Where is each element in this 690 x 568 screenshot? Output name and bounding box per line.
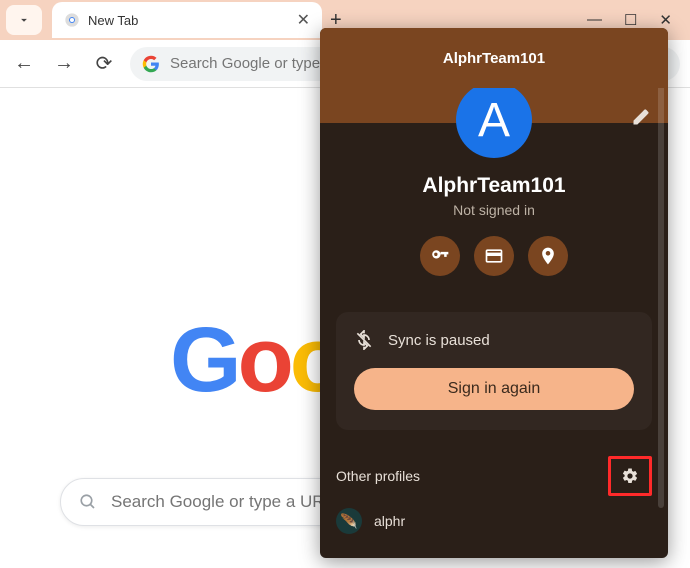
chevron-down-icon	[17, 13, 31, 27]
edit-profile-button[interactable]	[632, 108, 650, 126]
payment-methods-button[interactable]	[474, 236, 514, 276]
other-profiles-section: Other profiles 🪶 alphr	[320, 456, 668, 534]
pencil-icon	[632, 108, 650, 126]
profile-body: AlphrTeam101 Not signed in	[320, 158, 668, 294]
sign-in-again-button[interactable]: Sign in again	[354, 368, 634, 410]
gear-icon	[621, 467, 639, 485]
close-window-button[interactable]: ✕	[659, 11, 672, 29]
manage-profiles-button[interactable]	[621, 467, 639, 485]
search-icon	[79, 493, 97, 511]
scrollbar[interactable]	[658, 38, 664, 508]
key-icon	[430, 246, 450, 266]
sync-off-icon	[354, 330, 374, 350]
forward-button[interactable]: →	[50, 52, 78, 75]
minimize-button[interactable]: —	[587, 11, 602, 29]
window-controls: — ☐ ✕	[587, 11, 690, 29]
other-profiles-title: Other profiles	[336, 468, 420, 484]
profile-avatar: A	[456, 82, 532, 158]
tab-title: New Tab	[88, 13, 289, 28]
profile-panel: AlphrTeam101 A AlphrTeam101 Not signed i…	[320, 28, 668, 558]
sync-card: Sync is paused Sign in again	[336, 312, 652, 430]
profile-header-name: AlphrTeam101	[443, 50, 545, 67]
other-profile-name: alphr	[374, 513, 405, 529]
tab-close-icon[interactable]: ✕	[297, 10, 310, 30]
profile-quick-actions	[320, 236, 668, 276]
browser-tab[interactable]: New Tab ✕	[52, 2, 322, 38]
maximize-button[interactable]: ☐	[624, 11, 637, 29]
profile-display-name: AlphrTeam101	[320, 174, 668, 198]
reload-button[interactable]: ⟳	[90, 51, 118, 76]
addresses-button[interactable]	[528, 236, 568, 276]
sync-status-text: Sync is paused	[388, 332, 490, 349]
signed-in-status: Not signed in	[320, 202, 668, 218]
manage-profiles-highlight	[608, 456, 652, 496]
back-button[interactable]: ←	[10, 52, 38, 75]
chrome-favicon	[64, 12, 80, 28]
avatar-container: A	[320, 88, 668, 158]
credit-card-icon	[484, 246, 504, 266]
tab-search-dropdown[interactable]	[6, 5, 42, 35]
other-profile-item[interactable]: 🪶 alphr	[336, 508, 652, 534]
profile-panel-header: AlphrTeam101	[320, 28, 668, 88]
other-profile-avatar: 🪶	[336, 508, 362, 534]
google-g-icon	[142, 55, 160, 73]
sync-status-row: Sync is paused	[354, 330, 634, 350]
passwords-button[interactable]	[420, 236, 460, 276]
location-icon	[538, 246, 558, 266]
